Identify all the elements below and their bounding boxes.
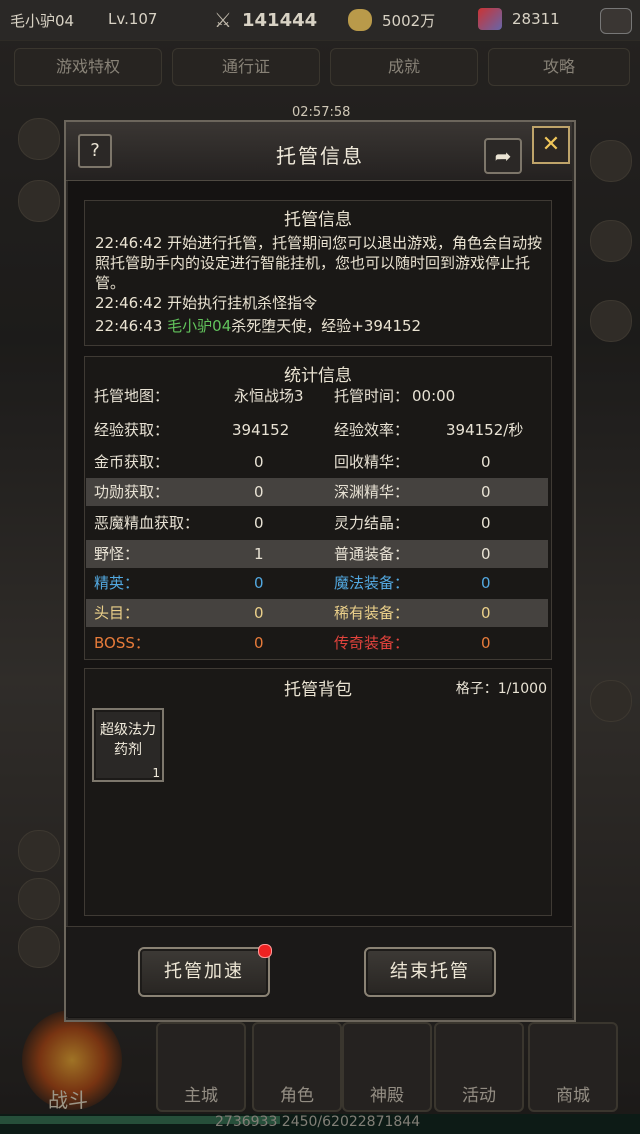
stat-label: 头目： <box>94 604 140 622</box>
stat-label: 深渊精华： <box>334 483 410 501</box>
stat-value: 0 <box>254 574 264 592</box>
gem-value: 28311 <box>512 10 560 28</box>
log-text: 杀死堕天使，经验+394152 <box>231 317 422 335</box>
stat-value: 0 <box>481 453 491 471</box>
stat-label: 托管时间： <box>334 387 410 405</box>
bag-panel: 托管背包 格子：1/1000 <box>84 668 552 916</box>
stat-label: 野怪： <box>94 545 140 563</box>
stat-label: 精英： <box>94 574 140 592</box>
share-arrow-icon: ➦ <box>494 144 512 168</box>
stat-label: BOSS： <box>94 634 150 652</box>
log-player-name: 毛小驴04 <box>167 317 232 335</box>
stat-value: 0 <box>254 514 264 532</box>
gold-icon <box>348 9 372 31</box>
log-panel[interactable]: 托管信息 22:46:42 开始进行托管，托管期间您可以退出游戏，角色会自动按照… <box>84 200 552 346</box>
bag-item[interactable]: 超级法力药剂 1 <box>92 708 164 782</box>
log-time: 22:46:42 <box>95 294 163 312</box>
stat-value: 0 <box>254 453 264 471</box>
top-hud: 毛小驴04 Lv.107 ⚔ 141444 5002万 28311 <box>0 0 640 41</box>
stat-label: 金币获取： <box>94 453 170 471</box>
stat-value: 0 <box>481 574 491 592</box>
log-text: 开始进行托管，托管期间您可以退出游戏，角色会自动按照托管助手内的设定进行智能挂机… <box>95 234 543 292</box>
stat-label: 经验获取： <box>94 421 170 439</box>
speed-up-button[interactable]: 托管加速 <box>138 947 270 997</box>
stat-label: 托管地图： <box>94 387 170 405</box>
end-hosting-button[interactable]: 结束托管 <box>364 947 496 997</box>
stat-value: 00:00 <box>412 387 456 405</box>
stat-label: 魔法装备： <box>334 574 410 592</box>
stat-value: 1 <box>254 545 264 563</box>
menu-button[interactable] <box>600 8 632 34</box>
player-level: Lv.107 <box>108 10 158 28</box>
gold-value: 5002万 <box>382 12 436 30</box>
gem-icon <box>478 8 502 30</box>
log-title: 托管信息 <box>284 210 352 230</box>
item-count: 1 <box>152 766 160 780</box>
log-entry: 22:46:42 开始执行挂机杀怪指令 <box>95 293 547 313</box>
stat-label: 经验效率： <box>334 421 410 439</box>
stat-value: 0 <box>254 634 264 652</box>
log-time: 22:46:43 <box>95 317 163 335</box>
help-button[interactable]: ? <box>78 134 112 168</box>
stat-value: 永恒战场3 <box>234 387 304 405</box>
stat-value: 0 <box>481 545 491 563</box>
stat-row: BOSS： 0 传奇装备： 0 <box>86 629 548 657</box>
bag-slots: 格子：1/1000 <box>455 681 547 697</box>
stat-label: 普通装备： <box>334 545 410 563</box>
notification-dot <box>258 944 272 958</box>
timer: 02:57:58 <box>292 105 351 120</box>
item-name: 超级法力药剂 <box>100 722 156 758</box>
stat-row: 经验获取： 394152 经验效率： 394152/秒 <box>86 416 548 444</box>
stat-value: 0 <box>254 604 264 622</box>
stat-value: 0 <box>481 634 491 652</box>
stat-row: 野怪： 1 普通装备： 0 <box>86 540 548 568</box>
close-button[interactable]: ✕ <box>532 126 570 164</box>
log-time: 22:46:42 <box>95 234 163 252</box>
stat-label: 功勋获取： <box>94 483 170 501</box>
stat-label: 稀有装备： <box>334 604 410 622</box>
stat-value: 394152 <box>232 421 290 439</box>
stat-value: 0 <box>254 483 264 501</box>
stat-label: 传奇装备： <box>334 634 410 652</box>
stat-value: 394152/秒 <box>446 421 524 439</box>
stat-row: 金币获取： 0 回收精华： 0 <box>86 448 548 476</box>
log-entry: 22:46:42 开始进行托管，托管期间您可以退出游戏，角色会自动按照托管助手内… <box>95 233 547 293</box>
stat-row: 托管地图： 永恒战场3 托管时间： 00:00 <box>86 382 548 410</box>
stat-value: 0 <box>481 483 491 501</box>
player-name: 毛小驴04 <box>10 12 75 30</box>
sword-icon: ⚔ <box>214 8 232 32</box>
stat-label: 恶魔精血获取： <box>94 514 200 532</box>
share-button[interactable]: ➦ <box>484 138 522 174</box>
stat-value: 0 <box>481 604 491 622</box>
power-value: 141444 <box>242 10 318 31</box>
stat-value: 0 <box>481 514 491 532</box>
log-text: 开始执行挂机杀怪指令 <box>167 294 318 312</box>
stat-row: 精英： 0 魔法装备： 0 <box>86 569 548 597</box>
stat-label: 回收精华： <box>334 453 410 471</box>
stat-row: 功勋获取： 0 深渊精华： 0 <box>86 478 548 506</box>
stat-row: 恶魔精血获取： 0 灵力结晶： 0 <box>86 509 548 537</box>
stat-label: 灵力结晶： <box>334 514 410 532</box>
log-entry: 22:46:43 毛小驴04杀死堕天使，经验+394152 <box>95 316 547 336</box>
stat-row: 头目： 0 稀有装备： 0 <box>86 599 548 627</box>
